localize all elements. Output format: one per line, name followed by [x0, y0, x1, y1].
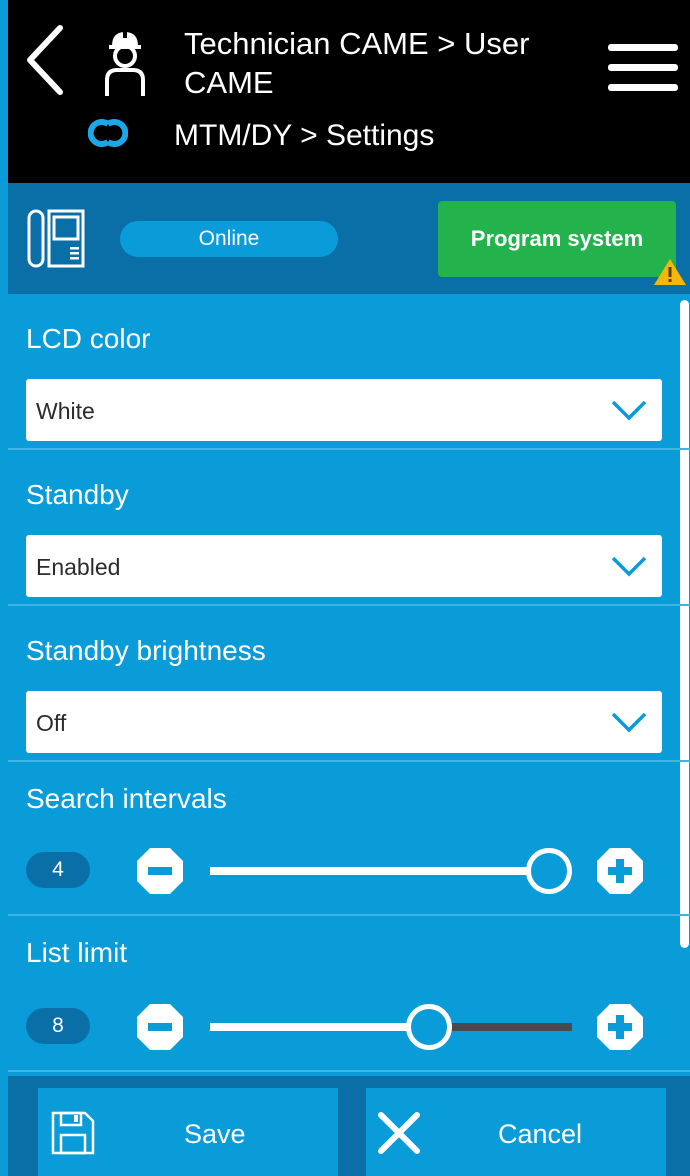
slider-fill — [210, 867, 549, 875]
standby-brightness-value: Off — [36, 710, 67, 736]
plus-icon — [597, 848, 643, 894]
search-intervals-slider[interactable] — [210, 846, 572, 896]
back-button[interactable] — [24, 24, 72, 96]
scrollbar[interactable] — [680, 300, 689, 948]
list-limit-slider[interactable] — [210, 1002, 572, 1052]
technician-icon — [105, 30, 145, 96]
lcd-color-label: LCD color — [26, 323, 151, 354]
menu-button[interactable] — [608, 42, 678, 94]
minus-icon — [137, 848, 183, 894]
cancel-label: Cancel — [498, 1119, 583, 1149]
standby-value: Enabled — [36, 554, 121, 580]
link-icon — [88, 119, 128, 147]
search-intervals-value: 4 — [26, 852, 90, 888]
settings-panel: LCD color White Standby Enabled Standby … — [8, 294, 690, 1076]
cancel-icon — [378, 1112, 420, 1154]
search-intervals-increase-button[interactable] — [596, 847, 644, 895]
action-footer: Save Cancel — [8, 1076, 690, 1176]
slider-thumb[interactable] — [406, 1004, 452, 1050]
list-limit-value: 8 — [26, 1008, 90, 1044]
standby-brightness-label: Standby brightness — [26, 635, 266, 666]
chevron-down-icon — [611, 712, 647, 733]
save-icon — [51, 1111, 95, 1155]
slider-fill — [210, 1023, 429, 1031]
standby-label: Standby — [26, 479, 129, 510]
list-limit-increase-button[interactable] — [596, 1003, 644, 1051]
program-system-button[interactable]: Program system — [438, 201, 676, 277]
page-title: Technician CAME > User CAME — [184, 26, 530, 100]
divider — [8, 604, 690, 606]
warning-icon — [654, 259, 686, 285]
online-status-badge: Online — [120, 221, 338, 257]
divider — [8, 914, 690, 916]
divider — [8, 1070, 690, 1072]
chevron-down-icon — [611, 400, 647, 421]
standby-brightness-select[interactable]: Off — [26, 691, 662, 753]
save-label: Save — [184, 1119, 246, 1149]
breadcrumb: MTM/DY > Settings — [174, 119, 435, 152]
menu-icon — [608, 44, 678, 91]
back-icon — [27, 25, 63, 95]
app-header: Technician CAME > User CAME MTM/DY > Set… — [8, 0, 690, 183]
divider — [8, 760, 690, 762]
list-limit-decrease-button[interactable] — [136, 1003, 184, 1051]
plus-icon — [597, 1004, 643, 1050]
chevron-down-icon — [611, 556, 647, 577]
search-intervals-decrease-button[interactable] — [136, 847, 184, 895]
lcd-color-select[interactable]: White — [26, 379, 662, 441]
slider-thumb[interactable] — [526, 848, 572, 894]
status-bar: Online Program system — [8, 183, 690, 294]
intercom-device-icon — [27, 209, 85, 268]
minus-icon — [137, 1004, 183, 1050]
search-intervals-label: Search intervals — [26, 783, 227, 814]
standby-select[interactable]: Enabled — [26, 535, 662, 597]
save-button[interactable]: Save — [38, 1088, 338, 1176]
cancel-button[interactable]: Cancel — [366, 1088, 666, 1176]
list-limit-label: List limit — [26, 937, 128, 968]
divider — [8, 448, 690, 450]
lcd-color-value: White — [36, 398, 95, 424]
